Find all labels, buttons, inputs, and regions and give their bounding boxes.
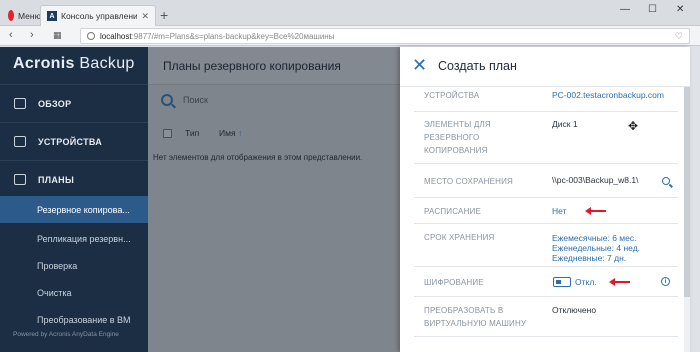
annotation-arrow-icon (585, 207, 606, 215)
acronis-app: Acronis Backup ОБЗОР УСТРОЙСТВА ПЛАНЫ Ре… (0, 47, 700, 352)
table-header: Тип Имя ↑ (148, 123, 400, 143)
browser-menu-button[interactable]: Меню (2, 5, 42, 26)
sidebar-subitem-replication[interactable]: Репликация резервн... (0, 225, 148, 252)
sidebar-item-overview[interactable]: ОБЗОР (0, 84, 148, 122)
devices-icon (14, 136, 26, 147)
tab-grid-icon[interactable]: ▦ (53, 30, 62, 41)
convert-label-line-1: ПРЕОБРАЗОВАТЬ В (424, 306, 504, 315)
empty-table-message: Нет элементов для отображения в этом пре… (153, 153, 363, 162)
sort-ascending-icon: ↑ (237, 128, 243, 138)
forward-icon[interactable]: › (30, 29, 34, 41)
address-bar-row: ‹ › ▦ localhost :9877/#m=Plans&s=plans-b… (0, 26, 700, 46)
convert-label-line-2: ВИРТУАЛЬНУЮ МАШИНУ (424, 319, 527, 328)
opera-logo-icon (8, 10, 14, 21)
info-icon[interactable]: i (661, 277, 670, 286)
sidebar-item-plans[interactable]: ПЛАНЫ (0, 160, 148, 198)
browser-tab-bar: Меню A Консоль управления резер ✕ + — ☐ … (0, 0, 700, 26)
location-value[interactable]: \\pc-003\Backup_w8.1\ (552, 175, 638, 186)
select-all-checkbox[interactable] (163, 128, 172, 138)
powered-by-text: Powered by Acronis AnyData Engine (13, 331, 119, 338)
plan-row-schedule: РАСПИСАНИЕ Нет (414, 198, 678, 224)
logo-brand: Acronis (13, 55, 75, 72)
items-label-line-3: КОПИРОВАНИЯ (424, 146, 488, 155)
retention-label: СРОК ХРАНЕНИЯ (424, 233, 495, 242)
sidebar: Acronis Backup ОБЗОР УСТРОЙСТВА ПЛАНЫ Ре… (0, 47, 148, 352)
plan-row-devices: УСТРОЙСТВА PC-002.testacronbackup.com (414, 88, 678, 112)
convert-value[interactable]: Отключено (552, 305, 596, 316)
plans-icon (14, 174, 26, 185)
sidebar-item-label: УСТРОЙСТВА (38, 136, 103, 147)
page-title: Планы резервного копирования (163, 59, 341, 73)
maximize-icon[interactable]: ☐ (648, 4, 657, 15)
back-icon[interactable]: ‹ (9, 29, 13, 41)
items-label-line-1: ЭЛЕМЕНТЫ ДЛЯ (424, 120, 491, 129)
heart-icon[interactable]: ♡ (675, 31, 683, 42)
plan-row-encryption: ШИФРОВАНИЕ Откл. i (414, 267, 678, 297)
sidebar-subitem-label: Очистка (37, 287, 72, 298)
search-row (148, 85, 400, 115)
retention-daily[interactable]: Ежедневные: 7 дн. (552, 253, 626, 264)
sidebar-item-devices[interactable]: УСТРОЙСТВА (0, 122, 148, 160)
main-content-overlay: Планы резервного копирования Тип Имя ↑ Н… (148, 47, 400, 352)
column-name-header[interactable]: Имя ↑ (219, 128, 242, 138)
acronis-logo: Acronis Backup (13, 55, 135, 73)
url-path: :9877/#m=Plans&s=plans-backup&key=Все%20… (131, 31, 335, 41)
plan-row-backup-items: ЭЛЕМЕНТЫ ДЛЯ РЕЗЕРВНОГО КОПИРОВАНИЯ Диск… (414, 112, 678, 164)
devices-value[interactable]: PC-002.testacronbackup.com (552, 90, 664, 101)
panel-scrollbar-thumb[interactable] (684, 87, 690, 297)
plan-row-convert-vm: ПРЕОБРАЗОВАТЬ В ВИРТУАЛЬНУЮ МАШИНУ Отклю… (414, 297, 678, 337)
schedule-value[interactable]: Нет (552, 206, 566, 217)
annotation-arrow-icon (609, 278, 630, 286)
main-header: Планы резервного копирования (148, 47, 400, 85)
encryption-toggle[interactable] (553, 277, 571, 287)
acronis-favicon-icon: A (47, 11, 57, 21)
close-icon[interactable]: ✕ (141, 11, 149, 22)
devices-label: УСТРОЙСТВА (424, 91, 480, 100)
column-type-header[interactable]: Тип (185, 128, 219, 138)
schedule-label: РАСПИСАНИЕ (424, 207, 482, 216)
tab-title: Консоль управления резер (61, 11, 138, 21)
sidebar-item-label: ОБЗОР (38, 98, 72, 109)
sidebar-subitem-cleanup[interactable]: Очистка (0, 279, 148, 306)
location-label: МЕСТО СОХРАНЕНИЯ (424, 177, 514, 186)
mouse-cursor-icon: ✥ (628, 119, 639, 133)
browser-menu-label: Меню (18, 10, 41, 21)
new-tab-icon[interactable]: + (160, 7, 168, 23)
sidebar-subitem-label: Репликация резервн... (37, 233, 131, 244)
panel-header: ✕ Создать план (400, 47, 690, 87)
window-close-icon[interactable]: ✕ (676, 4, 684, 15)
dashboard-icon (14, 98, 26, 109)
panel-title: Создать план (438, 59, 517, 73)
browse-location-icon[interactable] (662, 177, 670, 185)
search-input[interactable] (183, 95, 383, 105)
search-icon (161, 94, 173, 106)
column-name-label: Имя (219, 128, 236, 138)
encryption-label: ШИФРОВАНИЕ (424, 278, 484, 287)
sidebar-subitem-backup[interactable]: Резервное копирова... (0, 196, 148, 223)
sidebar-subitem-validation[interactable]: Проверка (0, 252, 148, 279)
plan-row-location: МЕСТО СОХРАНЕНИЯ \\pc-003\Backup_w8.1\ (414, 164, 678, 198)
globe-icon (87, 32, 95, 40)
sidebar-subitem-label: Проверка (37, 260, 78, 271)
sidebar-subitem-label: Резервное копирова... (37, 204, 130, 215)
items-value[interactable]: Диск 1 (552, 119, 578, 130)
items-label-line-2: РЕЗЕРВНОГО (424, 133, 480, 142)
logo-product: Backup (79, 55, 135, 72)
sidebar-subitem-convert-vm[interactable]: Преобразование в ВМ (0, 306, 148, 333)
sidebar-item-label: ПЛАНЫ (38, 174, 75, 185)
plan-row-retention: СРОК ХРАНЕНИЯ Ежемесячные: 6 мес. Еженед… (414, 224, 678, 267)
sidebar-subitem-label: Преобразование в ВМ (37, 314, 131, 325)
url-field[interactable]: localhost :9877/#m=Plans&s=plans-backup&… (80, 28, 690, 44)
browser-tab-active[interactable]: A Консоль управления резер ✕ (40, 5, 156, 26)
encryption-value[interactable]: Откл. (575, 277, 597, 288)
url-host: localhost (100, 31, 132, 41)
close-panel-icon[interactable]: ✕ (412, 55, 427, 75)
minimize-icon[interactable]: — (620, 4, 630, 15)
create-plan-panel: ✕ Создать план УСТРОЙСТВА PC-002.testacr… (400, 47, 690, 352)
